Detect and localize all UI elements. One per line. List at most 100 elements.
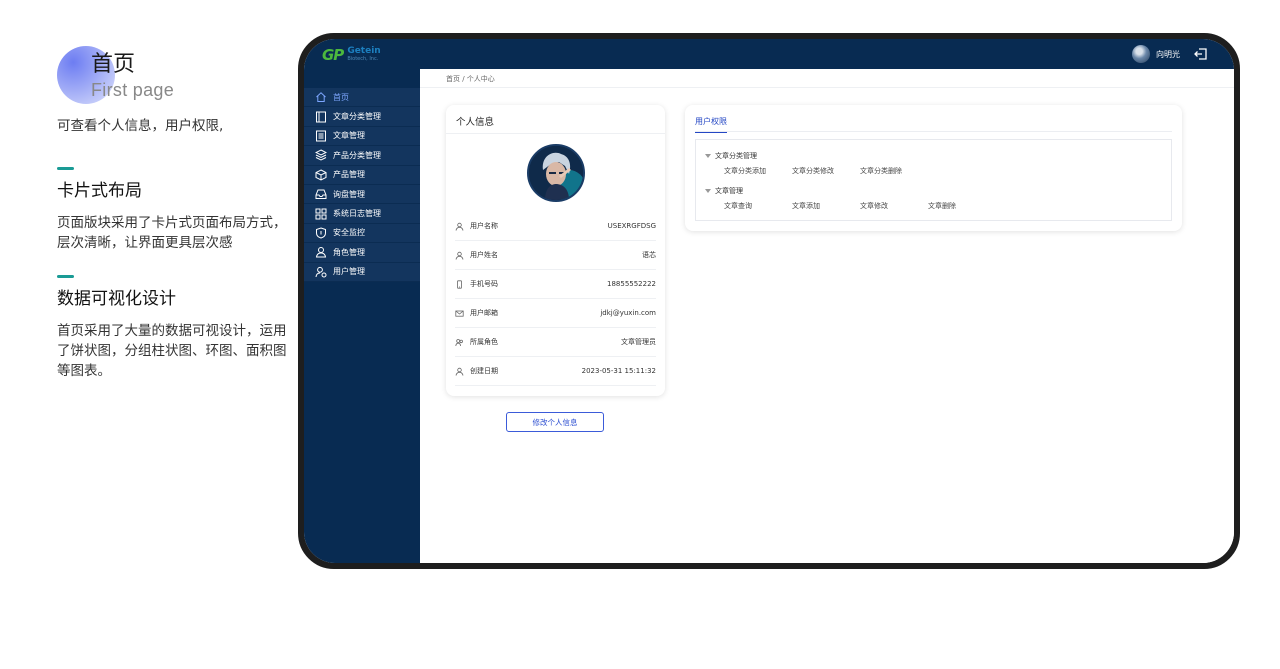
row-label: 用户邮箱 [470, 309, 498, 317]
permission-item[interactable]: 文章分类删除 [860, 166, 928, 176]
section-accent-bar [57, 275, 74, 278]
caret-down-icon[interactable] [705, 189, 711, 193]
row-label: 用户名称 [470, 222, 498, 230]
sidebar-item-inquiries[interactable]: 询盘管理 [304, 184, 420, 205]
tree-children: 文章查询 文章添加 文章修改 文章删除 [724, 201, 996, 211]
top-bar: GP Getein Biotech, Inc. 向明光 [304, 39, 1234, 69]
description-panel: 首页 First page 可查看个人信息，用户权限, 卡片式布局 页面版块采用… [57, 44, 287, 381]
profile-details: 用户名称 USEXRGFDSG 用户姓名 语芯 手机号码 18855552222 [455, 212, 656, 386]
permission-item[interactable]: 文章分类修改 [792, 166, 860, 176]
grid-icon [315, 208, 327, 220]
intro-subtitle: First page [91, 80, 175, 100]
section-accent-bar [57, 167, 74, 170]
sidebar-item-products[interactable]: 产品管理 [304, 165, 420, 185]
logo-text: Getein Biotech, Inc. [347, 47, 380, 63]
row-value: USEXRGFDSG [607, 222, 656, 230]
tree-node-articles[interactable]: 文章管理 [705, 186, 743, 196]
presentation-slide: 首页 First page 可查看个人信息，用户权限, 卡片式布局 页面版块采用… [0, 0, 1280, 669]
sidebar: 首页 文章分类管理 文章管理 产品分类管理 产品管理 询盘管理 系统日志管理 安… [304, 69, 420, 563]
sidebar-item-home[interactable]: 首页 [304, 88, 420, 108]
sidebar-item-roles[interactable]: 角色管理 [304, 243, 420, 263]
sidebar-item-system-logs[interactable]: 系统日志管理 [304, 204, 420, 224]
section-text: 页面版块采用了卡片式页面布局方式，层次清晰，让界面更具层次感 [57, 215, 287, 251]
user-menu[interactable]: 向明光 [1132, 45, 1208, 63]
box-icon [315, 169, 327, 181]
permission-tree: 文章分类管理 文章分类添加 文章分类修改 文章分类删除 文章管理 文章查询 文章… [695, 139, 1172, 221]
profile-row-fullname: 用户姓名 语芯 [455, 241, 656, 270]
sidebar-item-article-categories[interactable]: 文章分类管理 [304, 107, 420, 127]
home-icon [316, 92, 326, 103]
logo-subtitle: Biotech, Inc. [347, 56, 379, 62]
intro-header: 首页 First page [57, 44, 287, 108]
permission-item[interactable]: 文章删除 [928, 201, 996, 211]
row-value: 18855552222 [607, 280, 656, 288]
row-label: 创建日期 [470, 367, 498, 375]
profile-card: 个人信息 用户名称 USEXRGFDSG 用户姓名 语芯 手机号码 188555… [446, 105, 665, 396]
user-icon [455, 222, 464, 231]
sidebar-item-security[interactable]: 安全监控 [304, 223, 420, 244]
layers-icon [315, 149, 327, 161]
sidebar-item-label: 询盘管理 [333, 189, 365, 199]
permission-item[interactable]: 文章查询 [724, 201, 792, 211]
book-icon [316, 111, 326, 123]
row-label: 手机号码 [470, 280, 498, 288]
avatar [527, 144, 585, 202]
tree-node-article-categories[interactable]: 文章分类管理 [705, 151, 757, 161]
tree-children: 文章分类添加 文章分类修改 文章分类删除 [724, 166, 928, 176]
edit-profile-button[interactable]: 修改个人信息 [506, 412, 604, 432]
group-icon [455, 338, 463, 346]
sidebar-item-label: 角色管理 [333, 247, 365, 257]
intro-title: 首页 [91, 52, 136, 77]
sidebar-item-label: 安全监控 [333, 228, 365, 238]
section-data-visualization: 数据可视化设计 首页采用了大量的数据可视设计，运用了饼状图，分组柱状图、环图、面… [57, 275, 287, 381]
sidebar-item-product-categories[interactable]: 产品分类管理 [304, 146, 420, 166]
intro-text: 可查看个人信息，用户权限, [57, 118, 224, 134]
sidebar-item-label: 产品管理 [333, 170, 365, 180]
sidebar-item-label: 文章分类管理 [333, 112, 381, 122]
main-content: 首页 / 个人中心 个人信息 用户名称 USEXRGFDSG 用户姓名 语芯 手… [420, 69, 1234, 563]
shield-icon [316, 227, 326, 239]
logo-name: Getein [347, 46, 381, 56]
user-settings-icon [315, 266, 327, 278]
profile-row-username: 用户名称 USEXRGFDSG [455, 212, 656, 241]
tree-node-label: 文章管理 [715, 187, 743, 195]
sidebar-item-label: 文章管理 [333, 131, 365, 141]
card-title: 个人信息 [456, 117, 495, 128]
row-label: 所属角色 [470, 338, 498, 346]
profile-row-role: 所属角色 文章管理员 [455, 328, 656, 357]
row-value: jdkj@yuxin.com [600, 309, 656, 317]
row-value: 文章管理员 [621, 338, 656, 346]
permissions-card: 用户权限 文章分类管理 文章分类添加 文章分类修改 文章分类删除 文章管理 文章… [685, 105, 1182, 231]
tab-divider [695, 131, 1172, 132]
sidebar-nav: 首页 文章分类管理 文章管理 产品分类管理 产品管理 询盘管理 系统日志管理 安… [304, 88, 420, 282]
section-text: 首页采用了大量的数据可视设计，运用了饼状图，分组柱状图、环图、面积图等图表。 [57, 323, 287, 379]
user-icon [455, 367, 464, 376]
person-icon [315, 247, 327, 258]
profile-row-created: 创建日期 2023-05-31 15:11:32 [455, 357, 656, 386]
section-card-layout: 卡片式布局 页面版块采用了卡片式页面布局方式，层次清晰，让界面更具层次感 [57, 167, 287, 253]
user-name[interactable]: 向明光 [1156, 49, 1180, 60]
logout-icon[interactable] [1194, 47, 1208, 61]
permission-item[interactable]: 文章修改 [860, 201, 928, 211]
sidebar-item-articles[interactable]: 文章管理 [304, 126, 420, 147]
permission-item[interactable]: 文章添加 [792, 201, 860, 211]
avatar[interactable] [1132, 45, 1150, 63]
divider [446, 133, 665, 134]
company-logo[interactable]: GP Getein Biotech, Inc. [322, 46, 381, 64]
row-value: 语芯 [642, 251, 656, 259]
sidebar-item-label: 首页 [333, 92, 349, 102]
user-icon [455, 251, 464, 260]
permission-item[interactable]: 文章分类添加 [724, 166, 792, 176]
device-frame: GP Getein Biotech, Inc. 向明光 首页 文章分类管理 文章… [298, 33, 1240, 569]
phone-icon [457, 279, 462, 289]
avatar-portrait-image [529, 146, 583, 200]
row-label: 用户姓名 [470, 251, 498, 259]
caret-down-icon[interactable] [705, 154, 711, 158]
inbox-icon [315, 189, 327, 200]
document-icon [316, 130, 326, 142]
sidebar-item-users[interactable]: 用户管理 [304, 262, 420, 282]
logo-mark: GP [322, 46, 344, 64]
row-value: 2023-05-31 15:11:32 [581, 367, 656, 375]
breadcrumb[interactable]: 首页 / 个人中心 [446, 74, 495, 84]
profile-row-email: 用户邮箱 jdkj@yuxin.com [455, 299, 656, 328]
